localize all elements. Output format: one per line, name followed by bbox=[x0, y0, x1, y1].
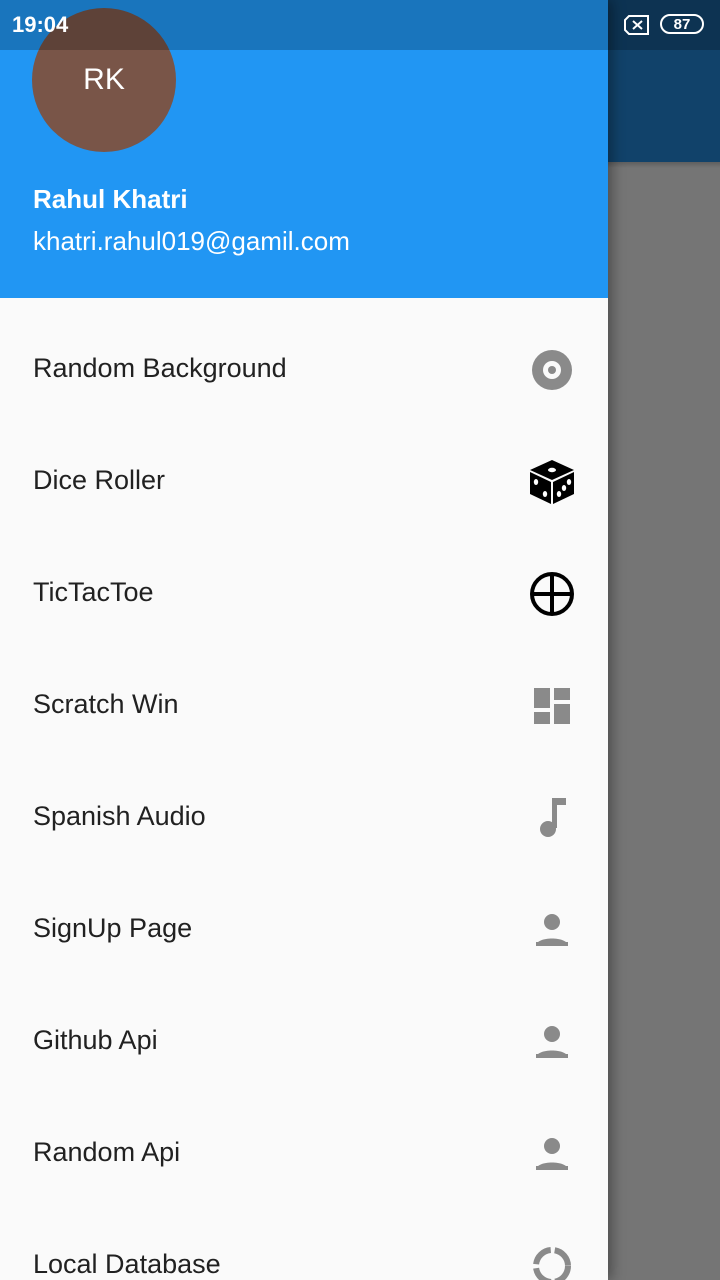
menu-item-label: Local Database bbox=[33, 1249, 221, 1279]
battery-level: 87 bbox=[673, 15, 691, 33]
album-icon bbox=[528, 346, 576, 394]
status-time: 19:04 bbox=[12, 12, 69, 37]
music-note-icon bbox=[528, 794, 576, 842]
menu-item-label: Github Api bbox=[33, 1025, 158, 1055]
progress-ring-icon bbox=[528, 1242, 576, 1280]
battery-icon: 87 bbox=[660, 14, 704, 34]
crosshair-icon bbox=[528, 570, 576, 618]
menu-item-label: Spanish Audio bbox=[33, 801, 206, 831]
menu-item-random-api[interactable]: Random Api bbox=[0, 1098, 608, 1210]
menu-item-label: TicTacToe bbox=[33, 577, 154, 607]
dice-icon bbox=[528, 458, 576, 506]
menu-item-dice-roller[interactable]: Dice Roller bbox=[0, 426, 608, 538]
menu-item-spanish-audio[interactable]: Spanish Audio bbox=[0, 762, 608, 874]
status-bar: 19:04 87 bbox=[0, 0, 720, 50]
menu-item-github-api[interactable]: Github Api bbox=[0, 986, 608, 1098]
person-icon bbox=[528, 906, 576, 954]
navigation-drawer: RK Rahul Khatri khatri.rahul019@gamil.co… bbox=[0, 0, 608, 1280]
menu-item-tictactoe[interactable]: TicTacToe bbox=[0, 538, 608, 650]
menu-item-label: Dice Roller bbox=[33, 465, 166, 495]
menu-item-label: Random Api bbox=[33, 1137, 181, 1167]
person-icon bbox=[528, 1018, 576, 1066]
avatar-initials: RK bbox=[83, 63, 125, 96]
menu-item-random-background[interactable]: Random Background bbox=[0, 314, 608, 426]
menu-item-label: SignUp Page bbox=[33, 913, 193, 943]
menu-item-label: Random Background bbox=[33, 353, 287, 383]
dashboard-icon bbox=[528, 682, 576, 730]
menu-item-local-database[interactable]: Local Database bbox=[0, 1210, 608, 1280]
account-name: Rahul Khatri bbox=[33, 184, 188, 214]
menu-item-label: Scratch Win bbox=[33, 689, 179, 719]
person-icon bbox=[528, 1130, 576, 1178]
menu-item-signup-page[interactable]: SignUp Page bbox=[0, 874, 608, 986]
account-email: khatri.rahul019@gamil.com bbox=[33, 226, 350, 256]
drawer-menu-list: Random Background Dice Roller TicTacToe … bbox=[0, 314, 608, 1280]
menu-item-scratch-win[interactable]: Scratch Win bbox=[0, 650, 608, 762]
screen: RK Rahul Khatri khatri.rahul019@gamil.co… bbox=[0, 0, 720, 1280]
no-sim-icon bbox=[624, 15, 650, 35]
